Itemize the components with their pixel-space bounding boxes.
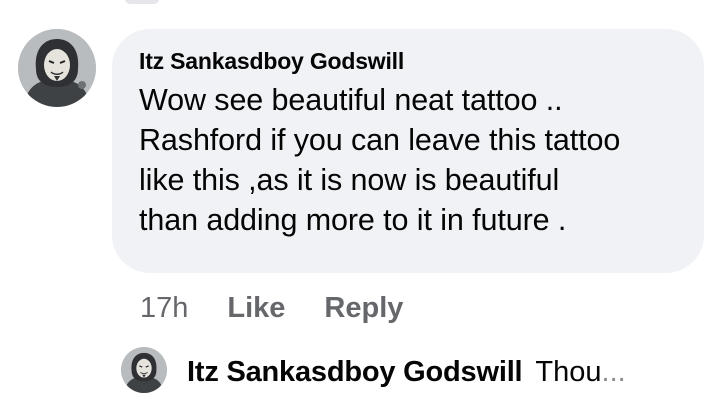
- reply-author-name[interactable]: Itz Sankasdboy Godswill: [187, 356, 523, 389]
- comment-actions: 17h Like Reply: [140, 290, 442, 326]
- previous-reaction-badge: [125, 0, 159, 4]
- comment-timestamp[interactable]: 17h: [140, 292, 188, 325]
- reply-preview-row[interactable]: Itz Sankasdboy Godswill Thou...: [187, 354, 626, 390]
- reply-button[interactable]: Reply: [324, 292, 403, 325]
- comment-bubble: Itz Sankasdboy Godswill Wow see beautifu…: [112, 29, 704, 273]
- comment-text-line: like this ,as it is now is beautiful: [139, 163, 560, 197]
- like-button[interactable]: Like: [227, 292, 285, 325]
- comment-text-line: Rashford if you can leave this tattoo: [139, 123, 621, 157]
- comment-author-name[interactable]: Itz Sankasdboy Godswill: [139, 46, 680, 76]
- masked-person-avatar-icon: [121, 347, 167, 393]
- comment-text: Wow see beautiful neat tattoo .. Rashfor…: [139, 80, 680, 240]
- masked-person-avatar-icon: [18, 29, 96, 107]
- commenter-avatar[interactable]: [18, 29, 96, 107]
- comment-text-line: than adding more to it in future .: [139, 203, 567, 237]
- reply-avatar[interactable]: [121, 347, 167, 393]
- comment-text-line: Wow see beautiful neat tattoo ..: [139, 83, 563, 117]
- reply-preview-ellipsis: ...: [601, 355, 626, 388]
- reply-preview-text: Thou: [535, 355, 602, 388]
